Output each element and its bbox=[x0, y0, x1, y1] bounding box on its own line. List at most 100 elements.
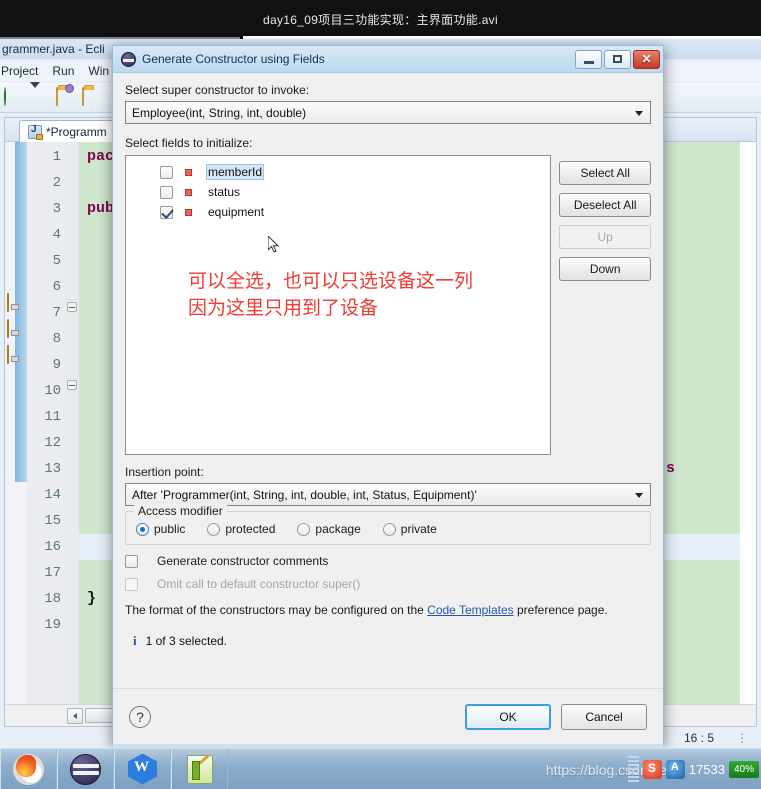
close-button[interactable]: ✕ bbox=[633, 49, 660, 69]
radio-protected[interactable]: protected bbox=[207, 522, 275, 536]
radio-public-label: public bbox=[154, 522, 186, 536]
radio-package-label: package bbox=[315, 522, 361, 536]
annotation-text: 可以全选，也可以只选设备这一列 因为这里只用到了设备 bbox=[188, 268, 473, 322]
insertion-point-combo[interactable]: After 'Programmer(int, String, int, doub… bbox=[125, 483, 651, 506]
annotation-line-1: 可以全选，也可以只选设备这一列 bbox=[188, 270, 474, 292]
taskbar-item-firefox[interactable] bbox=[0, 749, 57, 789]
field-private-icon bbox=[185, 168, 192, 176]
list-item[interactable]: equipment bbox=[126, 202, 550, 222]
help-button[interactable]: ? bbox=[129, 705, 151, 728]
open-folder-icon[interactable] bbox=[82, 86, 102, 108]
fields-list[interactable]: memberId status equipment 可以全选，也可以只选设备这一… bbox=[125, 155, 552, 455]
format-note-prefix: The format of the constructors may be co… bbox=[125, 603, 428, 617]
omit-super-label: Omit call to default constructor super() bbox=[157, 577, 361, 591]
java-file-icon bbox=[28, 124, 43, 140]
chevron-down-icon[interactable] bbox=[30, 81, 50, 108]
generate-comments-checkbox[interactable] bbox=[125, 554, 138, 568]
insertion-point-label: Insertion point: bbox=[125, 465, 204, 479]
insertion-point-value: After 'Programmer(int, String, int, doub… bbox=[132, 487, 477, 502]
screen-root: day16_09项目三功能实现：主界面功能.avi grammer.java -… bbox=[0, 0, 761, 789]
radio-public-indicator[interactable] bbox=[136, 522, 149, 536]
dialog-titlebar[interactable]: Generate Constructor using Fields ✕ bbox=[113, 46, 663, 73]
new-package-icon[interactable] bbox=[56, 86, 76, 108]
access-modifier-group: Access modifier public protected package bbox=[125, 504, 651, 545]
radio-public[interactable]: public bbox=[136, 522, 185, 536]
eclipse-icon bbox=[70, 753, 101, 785]
deselect-all-button[interactable]: Deselect All bbox=[559, 193, 651, 217]
radio-package-indicator[interactable] bbox=[297, 522, 311, 536]
menu-item-project[interactable]: Project bbox=[1, 64, 38, 78]
run-icon[interactable] bbox=[4, 86, 24, 108]
radio-package[interactable]: package bbox=[297, 522, 361, 536]
sogou-ime-icon[interactable] bbox=[642, 759, 662, 779]
generate-comments-label: Generate constructor comments bbox=[157, 554, 329, 568]
field-name: equipment bbox=[208, 205, 265, 219]
tray-app-icon[interactable] bbox=[665, 759, 685, 779]
line-number-gutter: 12 34 56 78 9 10 11 12 13 14 15 16 17 18 19 bbox=[27, 142, 65, 704]
field-private-icon bbox=[185, 208, 192, 216]
help-icon: ? bbox=[136, 708, 144, 725]
code-folding-column[interactable] bbox=[65, 142, 79, 704]
radio-protected-indicator[interactable] bbox=[207, 522, 221, 536]
field-checkbox[interactable] bbox=[160, 185, 173, 199]
fields-side-buttons: Select All Deselect All Up Down bbox=[559, 155, 651, 455]
taskbar-item-wps[interactable] bbox=[114, 749, 171, 789]
statusbar-grip[interactable]: ⋮ bbox=[736, 731, 749, 745]
notepadpp-icon bbox=[186, 754, 213, 784]
marker-overview-strip bbox=[15, 142, 27, 482]
list-item[interactable]: status bbox=[126, 182, 550, 202]
windows-taskbar: https://blog.csdn.net/ 17533 40% bbox=[0, 748, 761, 789]
annotation-line-2: 因为这里只用到了设备 bbox=[188, 297, 379, 319]
fold-collapse-icon[interactable] bbox=[67, 302, 77, 312]
taskbar-item-eclipse[interactable] bbox=[57, 749, 114, 789]
minimize-button[interactable] bbox=[575, 49, 602, 69]
chevron-down-icon bbox=[635, 493, 643, 498]
format-note: The format of the constructors may be co… bbox=[125, 603, 651, 617]
maximize-button[interactable] bbox=[604, 49, 631, 69]
cursor-position: 16 : 5 bbox=[683, 731, 714, 745]
tray-grip-icon[interactable] bbox=[627, 756, 639, 782]
tray-number: 17533 bbox=[688, 761, 725, 777]
fields-label: Select fields to initialize: bbox=[125, 136, 253, 150]
scroll-left-arrow-icon[interactable] bbox=[67, 707, 83, 724]
battery-indicator[interactable]: 40% bbox=[729, 760, 759, 778]
super-constructor-value: Employee(int, String, int, double) bbox=[132, 105, 307, 120]
omit-super-checkbox bbox=[125, 577, 138, 591]
radio-private-label: private bbox=[400, 522, 437, 536]
menu-item-run[interactable]: Run bbox=[52, 64, 74, 78]
quickfix-bulb-icon[interactable] bbox=[7, 319, 20, 338]
list-item[interactable]: memberId bbox=[126, 162, 550, 182]
video-title: day16_09项目三功能实现：主界面功能.avi bbox=[263, 12, 498, 27]
field-checkbox[interactable] bbox=[160, 205, 173, 219]
marker-bar[interactable] bbox=[5, 142, 27, 704]
menu-item-window[interactable]: Win bbox=[88, 64, 109, 78]
ok-button[interactable]: OK bbox=[465, 703, 551, 730]
select-all-button[interactable]: Select All bbox=[559, 161, 651, 185]
fields-section: memberId status equipment 可以全选，也可以只选设备这一… bbox=[125, 155, 651, 455]
cancel-button[interactable]: Cancel bbox=[561, 703, 647, 730]
move-down-button[interactable]: Down bbox=[559, 257, 651, 281]
generate-constructor-dialog: Generate Constructor using Fields ✕ Sele… bbox=[112, 45, 664, 751]
quickfix-bulb-icon[interactable] bbox=[7, 345, 20, 364]
fold-collapse-icon[interactable] bbox=[67, 380, 77, 390]
wps-icon bbox=[128, 753, 157, 785]
radio-private[interactable]: private bbox=[382, 522, 437, 536]
taskbar-item-notepadpp[interactable] bbox=[171, 749, 228, 789]
quickfix-bulb-icon[interactable] bbox=[7, 293, 20, 312]
close-icon: ✕ bbox=[641, 52, 652, 66]
field-name: memberId bbox=[206, 164, 265, 180]
field-checkbox[interactable] bbox=[160, 165, 173, 179]
format-note-suffix: preference page. bbox=[513, 603, 608, 617]
generate-comments-checkbox-row[interactable]: Generate constructor comments bbox=[125, 554, 651, 568]
radio-private-indicator[interactable] bbox=[382, 522, 396, 536]
dialog-footer: ? OK Cancel bbox=[113, 688, 663, 744]
omit-super-checkbox-row: Omit call to default constructor super() bbox=[125, 577, 651, 591]
editor-tab-programmer[interactable]: *Programm bbox=[19, 120, 116, 142]
super-constructor-combo[interactable]: Employee(int, String, int, double) bbox=[125, 101, 651, 124]
editor-tab-label: *Programm bbox=[46, 124, 107, 139]
code-line-18: } bbox=[87, 590, 97, 607]
code-templates-link[interactable]: Code Templates bbox=[427, 603, 514, 617]
selection-count-text: 1 of 3 selected. bbox=[145, 634, 228, 648]
firefox-icon bbox=[13, 753, 44, 785]
video-player-titlebar: day16_09项目三功能实现：主界面功能.avi bbox=[0, 0, 761, 38]
